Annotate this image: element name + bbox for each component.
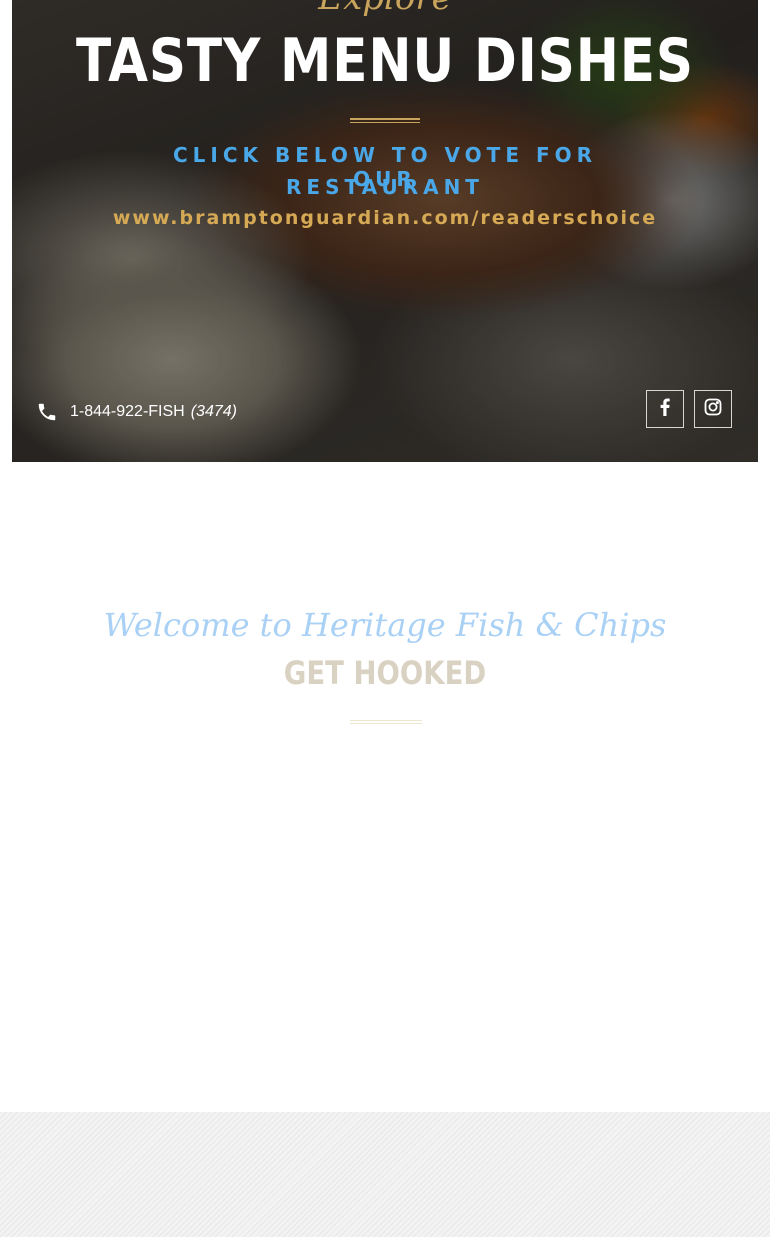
phone-contact[interactable]: 1-844-922-FISH (3474) [36, 400, 237, 424]
instagram-button[interactable] [694, 390, 732, 428]
instagram-icon [704, 398, 722, 421]
hero-divider [350, 118, 420, 123]
facebook-button[interactable] [646, 390, 684, 428]
welcome-script-heading: Welcome to Heritage Fish & Chips [103, 606, 667, 644]
pattern-background-strip [0, 1112, 770, 1237]
hero-banner: Explore TASTY MENU DISHES CLICK BELOW TO… [12, 0, 758, 462]
hero-title: TASTY MENU DISHES [76, 26, 694, 96]
vote-link[interactable]: www.bramptonguardian.com/readerschoice [12, 207, 758, 229]
phone-extension: (3474) [190, 403, 237, 420]
phone-icon [36, 401, 58, 423]
facebook-icon [660, 398, 670, 421]
hero-content: Explore TASTY MENU DISHES CLICK BELOW TO… [12, 0, 758, 462]
hero-script-heading: Explore [12, 0, 758, 18]
vote-text-line-2: RESTAURANT [286, 175, 484, 199]
phone-number[interactable]: 1-844-922-FISH [70, 403, 185, 421]
welcome-divider [350, 720, 422, 724]
welcome-title: GET HOOKED [283, 654, 487, 692]
